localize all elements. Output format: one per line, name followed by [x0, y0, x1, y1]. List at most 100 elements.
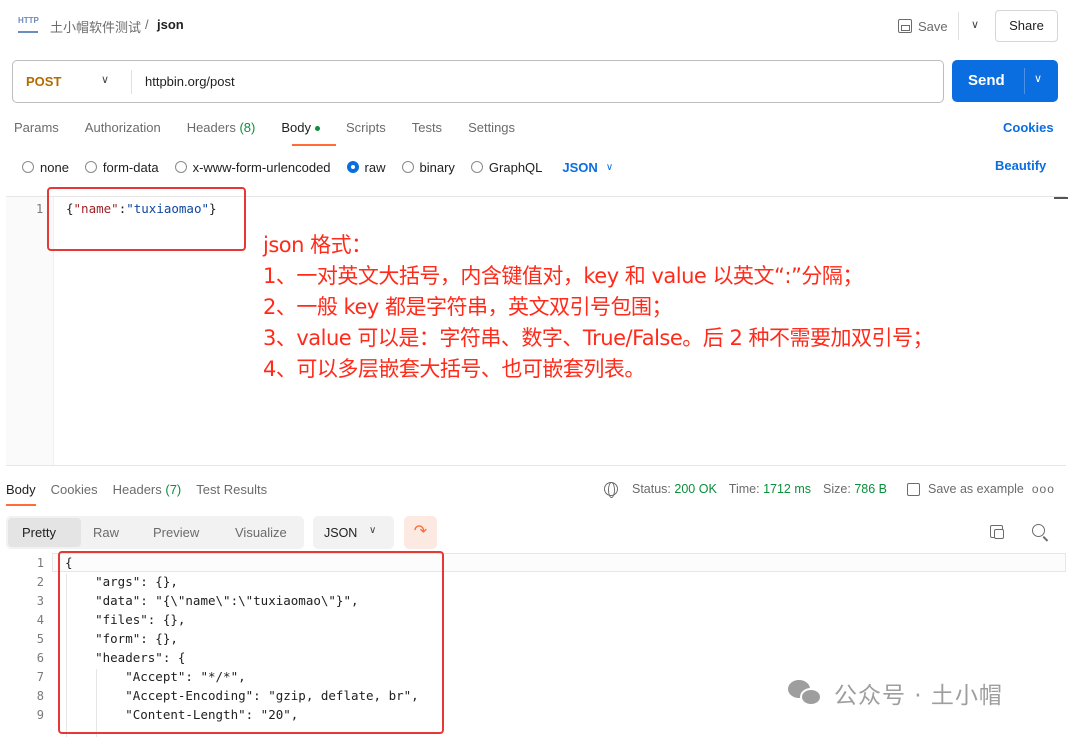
tab-tests[interactable]: Tests [412, 120, 442, 140]
response-tab-headers-label: Headers [112, 482, 162, 497]
chevron-down-icon[interactable]: ∨ [606, 162, 613, 173]
radio-label: GraphQL [488, 159, 543, 175]
radio-label: form-data [102, 159, 159, 175]
tab-body-label: Body [281, 120, 311, 135]
url-divider [131, 70, 132, 94]
tab-settings[interactable]: Settings [468, 120, 515, 140]
view-visualize[interactable]: Visualize [235, 525, 287, 540]
method-select[interactable]: POST [26, 74, 61, 89]
http-icon: HTTP [18, 17, 39, 33]
chevron-down-icon[interactable]: ∨ [1034, 72, 1042, 85]
save-as-example-button[interactable]: Save as example [928, 482, 1024, 496]
active-tab-underline [292, 144, 336, 146]
response-highlight-box [58, 551, 444, 734]
chevron-down-icon[interactable]: ∨ [101, 73, 109, 86]
size-label: Size: [823, 482, 851, 496]
response-tab-test-results[interactable]: Test Results [196, 482, 267, 497]
watermark: 公众号 · 土小帽 [788, 676, 1003, 710]
save-icon [898, 19, 912, 33]
response-tab-cookies[interactable]: Cookies [51, 482, 98, 497]
send-button[interactable]: Send ∨ [952, 60, 1058, 102]
cookies-link[interactable]: Cookies [1003, 120, 1054, 135]
response-tab-headers-count: (7) [165, 482, 182, 497]
response-tab-body[interactable]: Body [6, 482, 36, 497]
radio-label: x-www-form-urlencoded [192, 159, 331, 175]
body-indicator-dot [314, 126, 320, 132]
annotation-text: json 格式： 1、一对英文大括号，内含键值对，key 和 value 以英文… [263, 230, 934, 385]
view-raw[interactable]: Raw [93, 525, 119, 540]
copy-icon[interactable] [990, 525, 1004, 539]
line-number: 4 [36, 613, 44, 627]
save-label: Save [918, 18, 948, 34]
radio-none[interactable]: none [22, 160, 69, 175]
breadcrumb-parent[interactable]: 土小帽软件测试 [50, 17, 141, 36]
radio-label: none [40, 159, 69, 175]
save-button[interactable]: Save [898, 14, 948, 38]
search-icon[interactable] [1032, 524, 1045, 537]
line-number: 8 [36, 689, 44, 703]
scrollbar-marker[interactable] [1054, 197, 1068, 199]
line-number: 2 [36, 575, 44, 589]
more-icon[interactable]: ooo [1032, 482, 1055, 496]
radio-x-www-form-urlencoded[interactable]: x-www-form-urlencoded [174, 159, 331, 175]
status-label: Status: [632, 482, 671, 496]
view-mode-selector: Pretty Raw Preview Visualize [6, 516, 304, 549]
status[interactable]: Status: 200 OK [632, 482, 717, 496]
annotation-line: 2、一般 key 都是字符串，英文双引号包围； [263, 295, 672, 319]
radio-circle [174, 161, 187, 173]
body-type-options: none form-data x-www-form-urlencoded raw… [22, 157, 613, 177]
wechat-icon [788, 678, 824, 708]
line-number: 9 [36, 708, 44, 722]
save-divider [958, 12, 959, 40]
response-format-select[interactable]: JSON ∨ [313, 516, 394, 549]
beautify-button[interactable]: Beautify [995, 158, 1046, 173]
line-number: 1 [36, 202, 44, 216]
annotation-line: 1、一对英文大括号，内含键值对，key 和 value 以英文“:”分隔； [263, 264, 863, 288]
top-bar: HTTP 土小帽软件测试 / json Save ∨ Share [0, 0, 1080, 50]
annotation-line: 3、value 可以是：字符串、数字、True/False。后 2 种不需要加双… [263, 326, 934, 350]
line-number: 6 [36, 651, 44, 665]
tab-authorization[interactable]: Authorization [85, 120, 161, 140]
watermark-text: 公众号 · 土小帽 [834, 683, 1003, 709]
radio-circle [470, 161, 483, 173]
time[interactable]: Time: 1712 ms [729, 482, 811, 496]
tab-headers-count: (8) [239, 120, 256, 135]
url-bar: POST ∨ httpbin.org/post [12, 60, 944, 103]
response-tab-headers[interactable]: Headers (7) [113, 482, 182, 497]
tab-headers[interactable]: Headers (8) [187, 120, 256, 140]
radio-form-data[interactable]: form-data [84, 159, 159, 175]
save-example-icon [906, 482, 920, 496]
url-input[interactable]: httpbin.org/post [145, 74, 235, 89]
wrap-lines-icon: ↷ [413, 523, 428, 540]
view-pretty[interactable]: Pretty [22, 525, 56, 540]
active-tab-underline [6, 504, 36, 506]
time-label: Time: [728, 482, 760, 496]
radio-graphql[interactable]: GraphQL [470, 159, 543, 175]
send-divider [1024, 68, 1025, 94]
raw-format-select[interactable]: JSON [562, 160, 597, 175]
radio-raw[interactable]: raw [346, 160, 386, 175]
tab-body[interactable]: Body [281, 120, 320, 140]
line-number: 7 [36, 670, 44, 684]
annotation-highlight-box [47, 187, 246, 251]
status-value: 200 OK [674, 482, 717, 496]
breadcrumb-current[interactable]: json [157, 17, 184, 32]
annotation-line: json 格式： [263, 233, 372, 257]
response-tabs: Body Cookies Headers (7) Test Results [6, 482, 282, 497]
size[interactable]: Size: 786 B [823, 482, 887, 496]
chevron-down-icon: ∨ [369, 525, 377, 536]
line-number: 5 [36, 632, 44, 646]
radio-circle [401, 161, 414, 173]
radio-circle [84, 161, 97, 173]
tab-params[interactable]: Params [14, 120, 59, 140]
share-button[interactable]: Share [995, 10, 1058, 42]
tab-headers-label: Headers [186, 120, 236, 135]
response-format-label: JSON [324, 526, 358, 540]
globe-icon[interactable] [604, 482, 618, 498]
radio-binary[interactable]: binary [401, 160, 455, 175]
view-preview[interactable]: Preview [153, 525, 199, 540]
tab-scripts[interactable]: Scripts [346, 120, 386, 140]
send-label: Send [968, 72, 1005, 89]
wrap-lines-button[interactable]: ↷ [404, 516, 437, 549]
chevron-down-icon[interactable]: ∨ [967, 14, 983, 34]
